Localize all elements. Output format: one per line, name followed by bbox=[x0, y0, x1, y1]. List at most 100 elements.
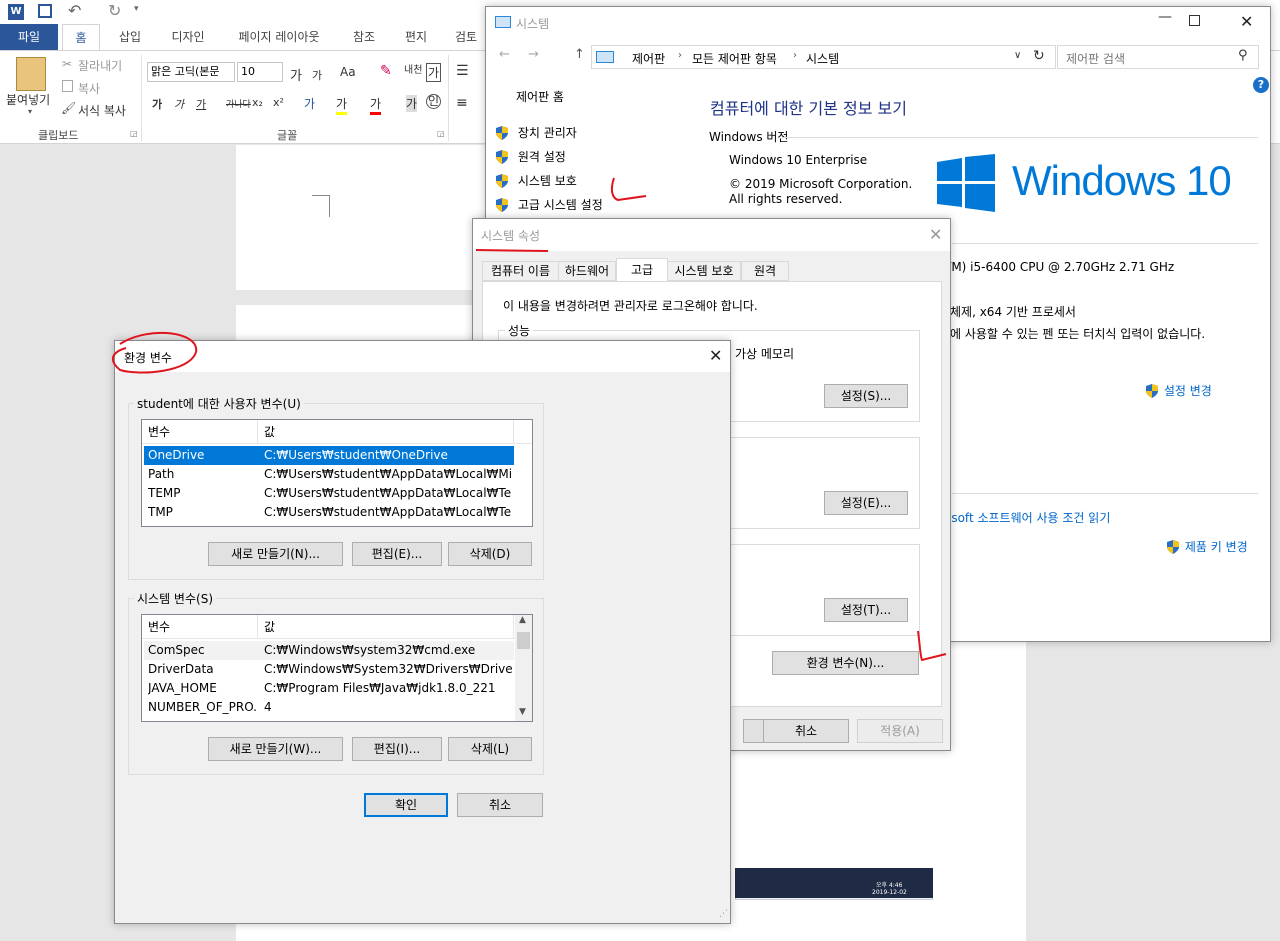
control-panel-home-link[interactable]: 제어판 홈 bbox=[516, 88, 564, 105]
minimize-button[interactable]: — bbox=[1150, 9, 1180, 33]
resize-grip-icon[interactable]: ⋰ bbox=[719, 909, 728, 919]
tab-home[interactable]: 홈 bbox=[62, 24, 100, 50]
environment-variables-button[interactable]: 환경 변수(N)... bbox=[772, 651, 919, 675]
refresh-icon[interactable]: ↻ bbox=[1033, 48, 1045, 64]
search-input[interactable]: 제어판 검색 ⚲ bbox=[1057, 45, 1259, 69]
tab-system-protection[interactable]: 시스템 보호 bbox=[667, 261, 741, 281]
save-icon[interactable] bbox=[38, 4, 52, 18]
cut-button[interactable]: 잘라내기 bbox=[78, 57, 122, 74]
clipboard-launcher-icon[interactable]: ◲ bbox=[130, 129, 138, 138]
tab-remote[interactable]: 원격 bbox=[741, 261, 789, 281]
close-button[interactable]: ✕ bbox=[929, 225, 942, 244]
grow-font-icon[interactable]: 가 bbox=[290, 65, 302, 84]
undo-icon[interactable]: ↶ bbox=[68, 1, 81, 20]
scroll-up-icon[interactable]: ▲ bbox=[519, 615, 526, 625]
cancel-button[interactable]: 취소 bbox=[763, 719, 849, 743]
subscript-icon[interactable]: x₂ bbox=[252, 96, 263, 109]
italic-icon[interactable]: 가 bbox=[174, 96, 184, 112]
tab-mailings[interactable]: 편지 bbox=[396, 24, 436, 50]
table-row[interactable]: NUMBER_OF_PRO... 4 bbox=[144, 698, 514, 717]
startup-recovery-settings-button[interactable]: 설정(T)... bbox=[824, 598, 908, 622]
format-painter-button[interactable]: 서식 복사 bbox=[78, 102, 126, 119]
user-profiles-settings-button[interactable]: 설정(E)... bbox=[824, 491, 908, 515]
tab-review[interactable]: 검토 bbox=[446, 24, 486, 50]
address-bar[interactable]: 제어판 › 모든 제어판 항목 › 시스템 ∨ ↻ bbox=[591, 45, 1056, 69]
performance-settings-button[interactable]: 설정(S)... bbox=[824, 384, 908, 408]
table-row[interactable]: JAVA_HOME C:₩Program Files₩Java₩jdk1.8.0… bbox=[144, 679, 514, 698]
sidebar-item-remote-settings[interactable]: 원격 설정 bbox=[494, 148, 566, 165]
phonetic-icon[interactable]: 내천 bbox=[404, 61, 422, 76]
sidebar-item-system-protection[interactable]: 시스템 보호 bbox=[494, 172, 577, 189]
table-row[interactable]: ComSpec C:₩Windows₩system32₩cmd.exe bbox=[144, 641, 514, 660]
user-new-button[interactable]: 새로 만들기(N)... bbox=[208, 542, 343, 566]
system-edit-button[interactable]: 편집(I)... bbox=[352, 737, 442, 761]
back-icon[interactable]: ← bbox=[499, 47, 510, 62]
table-row[interactable]: OneDrive C:₩Users₩student₩OneDrive bbox=[144, 446, 514, 465]
maximize-button[interactable] bbox=[1189, 15, 1200, 26]
text-effects-icon[interactable]: 가 bbox=[304, 95, 315, 112]
strikethrough-icon[interactable]: 가나다 bbox=[226, 97, 251, 110]
column-header-variable[interactable]: 변수 bbox=[142, 615, 258, 639]
font-name-select[interactable]: 맑은 고딕(본문 bbox=[147, 62, 235, 82]
vertical-scrollbar[interactable]: ▲ ▼ bbox=[515, 615, 532, 721]
user-delete-button[interactable]: 삭제(D) bbox=[448, 542, 532, 566]
shrink-font-icon[interactable]: 가 bbox=[312, 67, 322, 83]
change-product-key-link[interactable]: 제품 키 변경 bbox=[1165, 538, 1248, 555]
tab-computer-name[interactable]: 컴퓨터 이름 bbox=[482, 261, 559, 281]
highlight-icon[interactable]: 가 bbox=[336, 95, 348, 115]
tab-file[interactable]: 파일 bbox=[0, 24, 58, 50]
superscript-icon[interactable]: x² bbox=[273, 96, 284, 109]
tab-page-layout[interactable]: 페이지 레이아웃 bbox=[226, 24, 332, 50]
forward-icon[interactable]: → bbox=[528, 47, 539, 62]
cancel-button[interactable]: 취소 bbox=[457, 793, 543, 817]
close-button[interactable]: ✕ bbox=[1240, 12, 1253, 31]
paste-button[interactable]: 붙여넣기 bbox=[6, 91, 50, 108]
ok-button[interactable]: 확인 bbox=[364, 793, 448, 817]
user-edit-button[interactable]: 편집(E)... bbox=[352, 542, 442, 566]
column-header-value[interactable]: 값 bbox=[258, 615, 514, 639]
system-variables-list[interactable]: 변수 값 ComSpec C:₩Windows₩system32₩cmd.exe… bbox=[141, 614, 533, 722]
tab-advanced[interactable]: 고급 bbox=[616, 258, 668, 282]
license-terms-link[interactable]: osoft 소프트웨어 사용 조건 읽기 bbox=[944, 509, 1110, 526]
redo-icon[interactable]: ↻ bbox=[108, 1, 121, 20]
breadcrumb-all-items[interactable]: 모든 제어판 항목 bbox=[692, 50, 777, 67]
up-icon[interactable]: ↑ bbox=[574, 47, 585, 62]
column-header-variable[interactable]: 변수 bbox=[142, 420, 258, 444]
address-dropdown-icon[interactable]: ∨ bbox=[1014, 50, 1021, 61]
underline-icon[interactable]: 가 bbox=[196, 96, 206, 112]
bullets-icon[interactable]: ☰ bbox=[456, 63, 469, 79]
sidebar-item-device-manager[interactable]: 장치 관리자 bbox=[494, 124, 577, 141]
close-button[interactable]: ✕ bbox=[709, 346, 722, 365]
char-border-icon[interactable]: 가 bbox=[426, 63, 442, 82]
tab-design[interactable]: 디자인 bbox=[160, 24, 216, 50]
bold-icon[interactable]: 가 bbox=[152, 96, 162, 112]
font-size-select[interactable]: 10 bbox=[237, 62, 283, 82]
tab-hardware[interactable]: 하드웨어 bbox=[558, 261, 616, 281]
table-row[interactable]: TEMP C:₩Users₩student₩AppData₩Local₩Temp bbox=[144, 484, 514, 503]
char-shading-icon[interactable]: 가 bbox=[406, 95, 418, 112]
enclose-char-icon[interactable]: 인 bbox=[426, 94, 441, 109]
scroll-thumb[interactable] bbox=[517, 632, 530, 649]
change-case-icon[interactable]: Aa bbox=[340, 65, 356, 79]
paste-dropdown-icon[interactable]: ▾ bbox=[28, 107, 32, 116]
clear-format-icon[interactable]: ✎ bbox=[380, 63, 392, 79]
align-left-icon[interactable]: ≡ bbox=[456, 95, 468, 111]
paste-icon[interactable] bbox=[16, 57, 46, 91]
breadcrumb-control-panel[interactable]: 제어판 bbox=[632, 50, 665, 67]
column-header-value[interactable]: 값 bbox=[258, 420, 514, 444]
table-row[interactable]: DriverData C:₩Windows₩System32₩Drivers₩D… bbox=[144, 660, 514, 679]
table-row[interactable]: Path C:₩Users₩student₩AppData₩Local₩Micr… bbox=[144, 465, 514, 484]
tab-references[interactable]: 참조 bbox=[342, 24, 386, 50]
help-icon[interactable]: ? bbox=[1253, 77, 1269, 93]
sidebar-item-advanced-system-settings[interactable]: 고급 시스템 설정 bbox=[494, 196, 603, 213]
tab-insert[interactable]: 삽입 bbox=[110, 24, 150, 50]
change-settings-link[interactable]: 설정 변경 bbox=[1144, 382, 1212, 399]
copy-button[interactable]: 복사 bbox=[78, 80, 100, 97]
qat-customize-icon[interactable]: ▾ bbox=[134, 4, 139, 14]
system-delete-button[interactable]: 삭제(L) bbox=[448, 737, 532, 761]
font-launcher-icon[interactable]: ◲ bbox=[437, 129, 445, 138]
table-row[interactable]: TMP C:₩Users₩student₩AppData₩Local₩Temp bbox=[144, 503, 514, 522]
scroll-down-icon[interactable]: ▼ bbox=[519, 707, 526, 717]
font-color-icon[interactable]: 가 bbox=[370, 95, 382, 115]
breadcrumb-system[interactable]: 시스템 bbox=[806, 50, 839, 67]
